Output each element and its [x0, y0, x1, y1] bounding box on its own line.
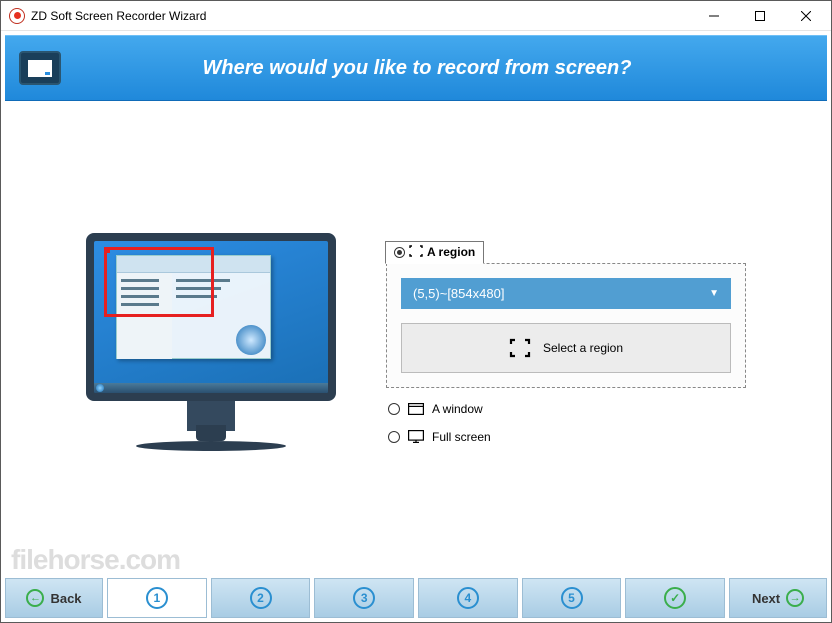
maximize-button[interactable] — [737, 1, 783, 30]
back-label: Back — [50, 591, 81, 606]
option-fullscreen[interactable]: Full screen — [388, 430, 746, 444]
step-5-circle: 5 — [561, 587, 583, 609]
region-highlight-icon — [104, 247, 214, 317]
step-3[interactable]: 3 — [314, 578, 414, 618]
option-fullscreen-label: Full screen — [432, 430, 491, 444]
illustration-monitor — [86, 233, 336, 451]
radio-region-icon — [394, 247, 405, 258]
app-icon — [9, 8, 25, 24]
region-size-value: (5,5)~[854x480] — [413, 286, 504, 301]
fullscreen-icon — [408, 430, 424, 443]
app-window: ZD Soft Screen Recorder Wizard Where wou… — [0, 0, 832, 623]
header-banner: Where would you like to record from scre… — [5, 35, 827, 101]
check-circle-icon: ✓ — [664, 587, 686, 609]
region-size-dropdown[interactable]: (5,5)~[854x480] ▼ — [401, 278, 731, 309]
option-region-label: A region — [427, 245, 475, 259]
radio-window-icon — [388, 403, 400, 415]
option-window[interactable]: A window — [388, 402, 746, 416]
region-panel: (5,5)~[854x480] ▼ Select a region — [386, 263, 746, 388]
select-region-icon — [509, 338, 531, 358]
step-4[interactable]: 4 — [418, 578, 518, 618]
window-controls — [691, 1, 829, 30]
option-window-label: A window — [432, 402, 483, 416]
step-2[interactable]: 2 — [211, 578, 311, 618]
step-check[interactable]: ✓ — [625, 578, 725, 618]
next-button[interactable]: Next → — [729, 578, 827, 618]
radio-fullscreen-icon — [388, 431, 400, 443]
back-button[interactable]: ← Back — [5, 578, 103, 618]
close-button[interactable] — [783, 1, 829, 30]
corners-icon — [409, 245, 423, 260]
select-region-button[interactable]: Select a region — [401, 323, 731, 373]
minimize-button[interactable] — [691, 1, 737, 30]
titlebar: ZD Soft Screen Recorder Wizard — [1, 1, 831, 31]
main-content: A region (5,5)~[854x480] ▼ Select a regi… — [1, 105, 831, 578]
options-panel: A region (5,5)~[854x480] ▼ Select a regi… — [386, 240, 746, 444]
step-5[interactable]: 5 — [522, 578, 622, 618]
option-region-group: A region (5,5)~[854x480] ▼ Select a regi… — [386, 240, 746, 388]
banner-heading: Where would you like to record from scre… — [81, 57, 813, 80]
next-label: Next — [752, 591, 780, 606]
step-1[interactable]: 1 — [107, 578, 207, 618]
step-4-circle: 4 — [457, 587, 479, 609]
window-title: ZD Soft Screen Recorder Wizard — [31, 9, 691, 23]
step-1-circle: 1 — [146, 587, 168, 609]
window-icon — [408, 403, 424, 415]
step-2-circle: 2 — [250, 587, 272, 609]
step-3-circle: 3 — [353, 587, 375, 609]
wizard-stepper: ← Back 1 2 3 4 5 ✓ Next → — [1, 578, 831, 622]
arrow-left-icon: ← — [26, 589, 44, 607]
option-region-tab[interactable]: A region — [385, 241, 484, 264]
select-region-label: Select a region — [543, 341, 623, 355]
arrow-right-icon: → — [786, 589, 804, 607]
dropdown-arrow-icon: ▼ — [709, 288, 719, 299]
banner-monitor-icon — [19, 51, 61, 85]
